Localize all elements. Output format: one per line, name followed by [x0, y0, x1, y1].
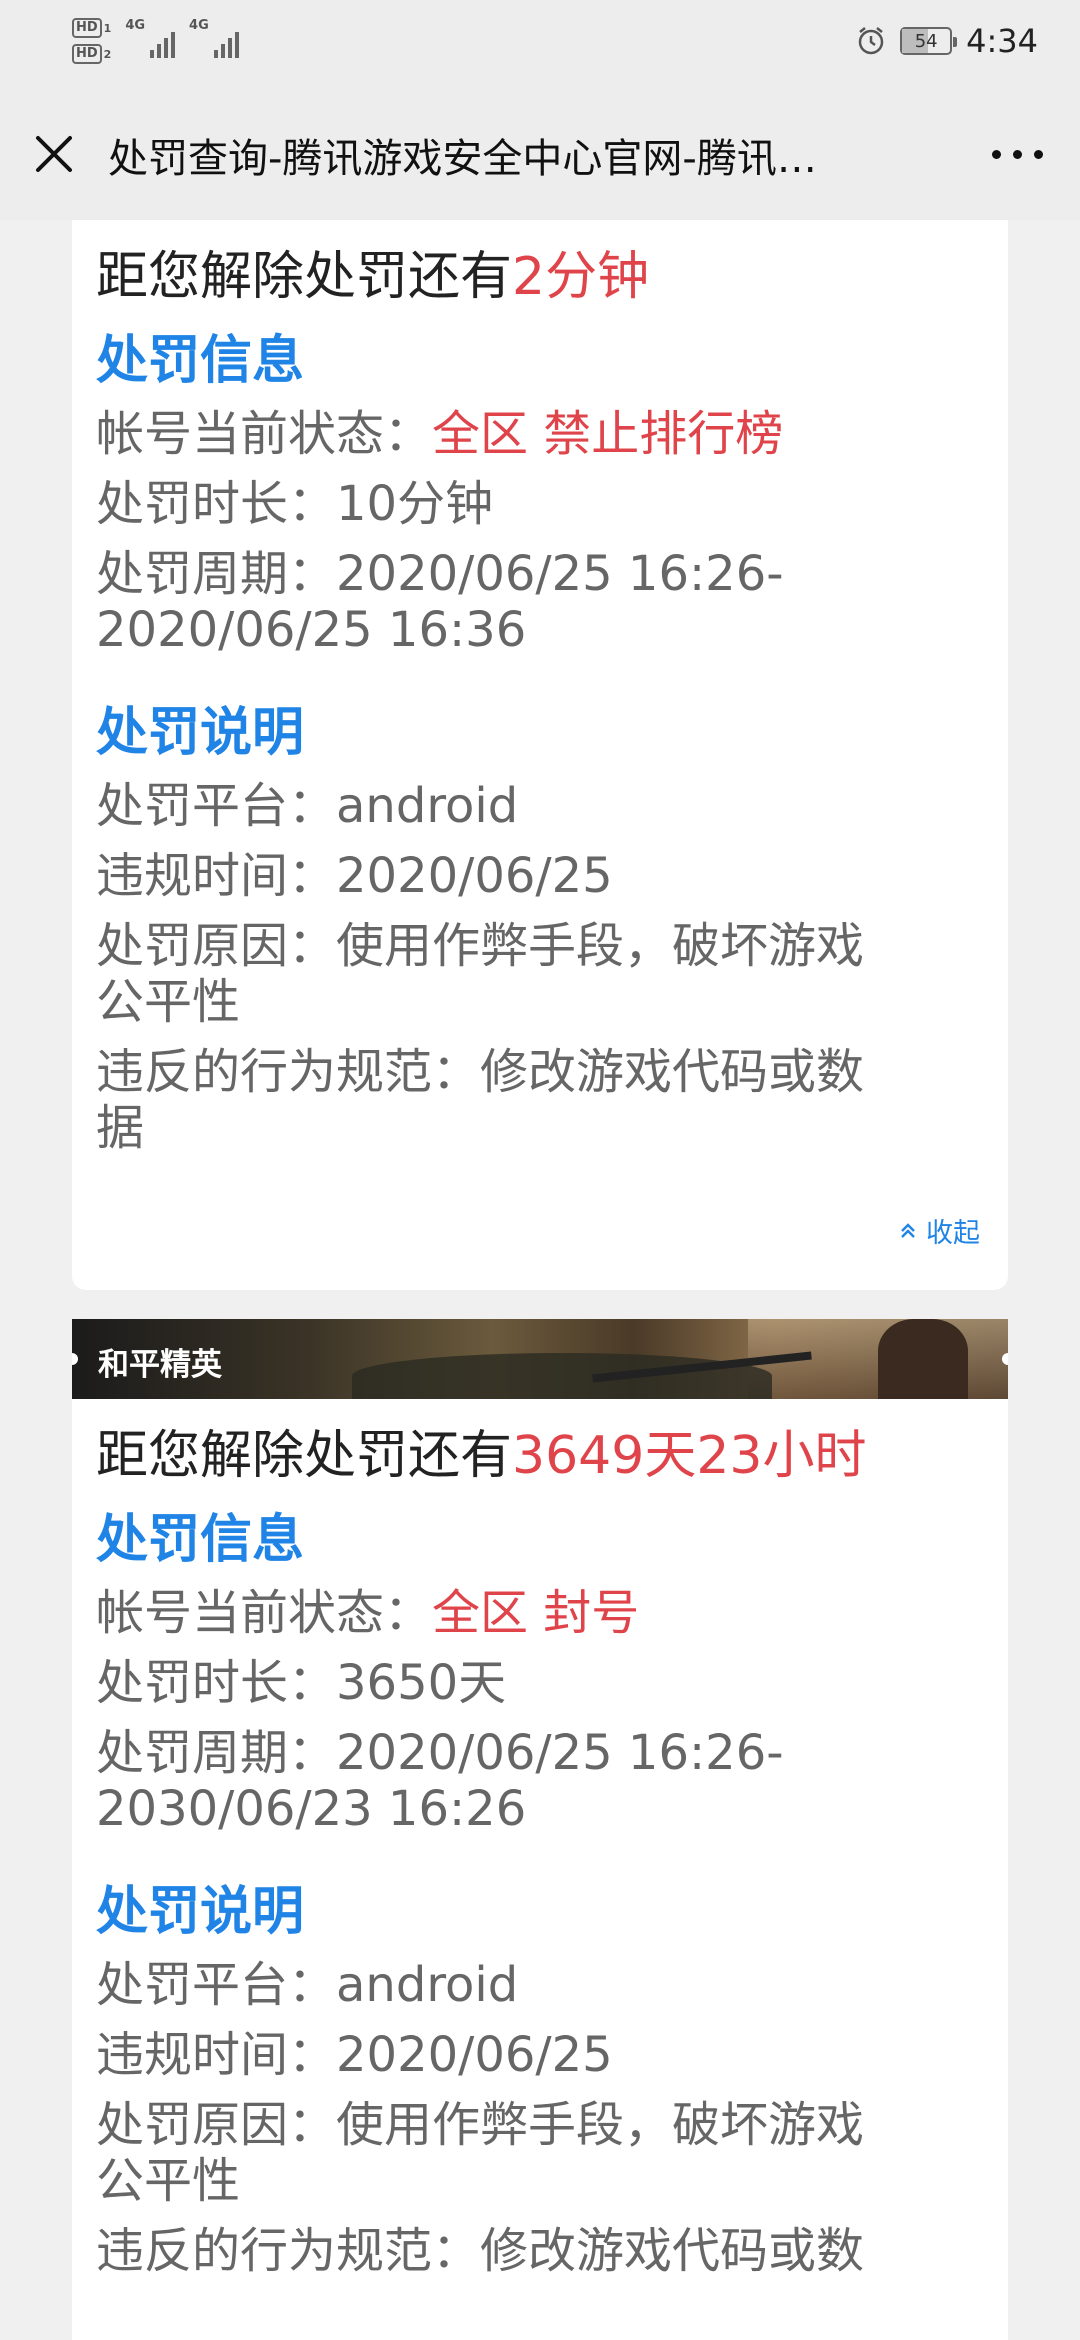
countdown-value: 2分钟 — [512, 247, 650, 307]
duration-row: 处罚时长：3650天 — [96, 1655, 507, 1711]
page-content[interactable]: 距您解除处罚还有2分钟 处罚信息 帐号当前状态：全区 禁止排行榜 处罚时长：10… — [0, 220, 1080, 2340]
reason-row: 处罚原因：使用作弊手段，破坏游戏 公平性 — [96, 918, 865, 1030]
signal-icon: 4G — [125, 18, 176, 58]
rule-row: 违反的行为规范：修改游戏代码或数 据 — [96, 1044, 865, 1156]
alarm-icon — [856, 26, 886, 56]
game-banner: 和平精英 — [72, 1319, 1008, 1399]
status-value: 全区 禁止排行榜 — [432, 406, 784, 462]
violation-time-row: 违规时间：2020/06/25 — [96, 2027, 613, 2083]
rule-row: 违反的行为规范：修改游戏代码或数 — [96, 2223, 865, 2279]
penalty-card: 和平精英 距您解除处罚还有3649天23小时 处罚信息 帐号当前状态：全区 封号… — [72, 1319, 1008, 2340]
info-heading: 处罚信息 — [96, 1510, 305, 1570]
clock: 4:34 — [966, 22, 1038, 60]
status-bar: HD 1 HD 2 4G 4G 54 4:34 — [0, 0, 1080, 92]
collapse-button[interactable]: 收起 — [898, 1211, 980, 1250]
signal-icon: 4G — [189, 18, 239, 58]
description-heading: 处罚说明 — [96, 703, 305, 763]
status-right: 54 4:34 — [856, 22, 1038, 60]
game-name: 和平精英 — [98, 1347, 222, 1383]
penalty-card: 距您解除处罚还有2分钟 处罚信息 帐号当前状态：全区 禁止排行榜 处罚时长：10… — [72, 220, 1008, 1290]
close-icon[interactable] — [30, 130, 78, 178]
battery-level: 54 — [914, 30, 938, 52]
hd-icon: HD 2 — [72, 44, 111, 64]
page-title: 处罚查询-腾讯游戏安全中心官网-腾讯… — [108, 136, 817, 182]
hd-indicators: HD 1 HD 2 — [72, 18, 111, 64]
description-heading: 处罚说明 — [96, 1882, 305, 1942]
platform-row: 处罚平台：android — [96, 778, 519, 834]
more-icon[interactable] — [984, 136, 1050, 172]
status-row: 帐号当前状态：全区 禁止排行榜 — [96, 406, 784, 462]
countdown-text: 距您解除处罚还有3649天23小时 — [96, 1426, 867, 1486]
countdown-text: 距您解除处罚还有2分钟 — [96, 247, 650, 307]
battery-icon: 54 — [900, 27, 958, 55]
status-value: 全区 封号 — [432, 1585, 640, 1641]
platform-row: 处罚平台：android — [96, 1957, 519, 2013]
hd-icon: HD 1 — [72, 18, 111, 38]
duration-row: 处罚时长：10分钟 — [96, 476, 494, 532]
chevrons-up-icon — [901, 1222, 915, 1238]
period-row: 处罚周期：2020/06/25 16:26- 2030/06/23 16:26 — [96, 1725, 784, 1837]
countdown-value: 3649天23小时 — [512, 1426, 867, 1486]
violation-time-row: 违规时间：2020/06/25 — [96, 848, 613, 904]
status-row: 帐号当前状态：全区 封号 — [96, 1585, 640, 1641]
period-row: 处罚周期：2020/06/25 16:26- 2020/06/25 16:36 — [96, 546, 784, 658]
info-heading: 处罚信息 — [96, 331, 305, 391]
nav-bar: 处罚查询-腾讯游戏安全中心官网-腾讯… — [0, 92, 1080, 220]
reason-row: 处罚原因：使用作弊手段，破坏游戏 公平性 — [96, 2097, 865, 2209]
status-left: HD 1 HD 2 4G 4G — [72, 18, 239, 64]
